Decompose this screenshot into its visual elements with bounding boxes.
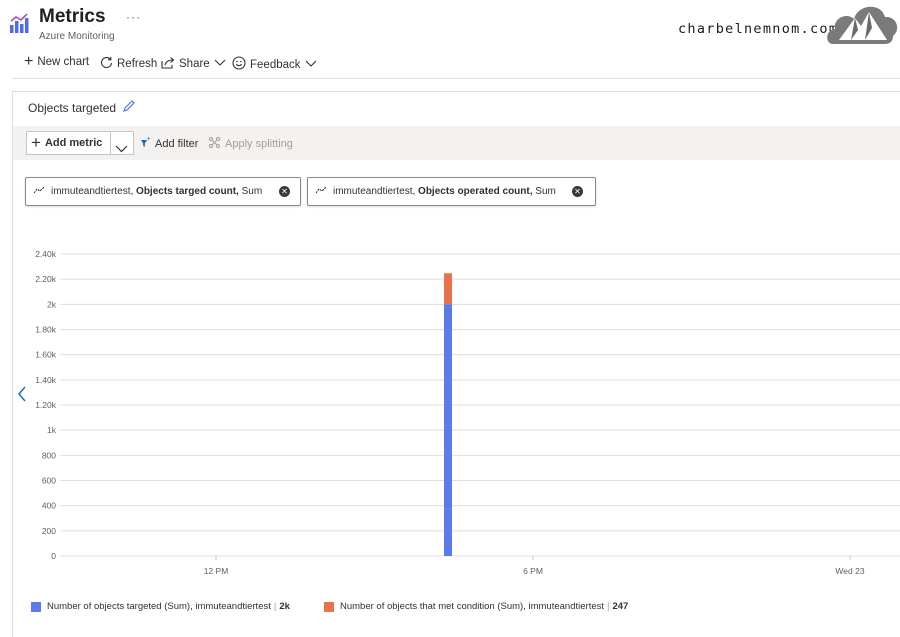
split-divider	[110, 132, 111, 154]
toolbar-divider	[12, 78, 900, 79]
toolbar: + New chart Refresh Share Feedback	[0, 52, 900, 76]
feedback-button[interactable]: Feedback	[232, 56, 317, 73]
line-chart-icon	[315, 186, 328, 197]
y-tick-label: 600	[42, 476, 56, 486]
metric-pill[interactable]: immuteandtiertest, Objects operated coun…	[307, 177, 596, 206]
page-title: Metrics	[39, 6, 106, 27]
y-tick-label: 1.80k	[35, 325, 57, 335]
y-tick-label: 1.60k	[35, 350, 57, 360]
chevron-down-icon	[305, 59, 317, 71]
watermark-text: charbelnemnom.com	[678, 21, 839, 37]
splitting-icon	[208, 136, 221, 152]
y-tick-label: 1k	[47, 425, 57, 435]
y-tick-label: 200	[42, 526, 56, 536]
y-tick-label: 2.20k	[35, 274, 57, 284]
x-tick-label: 12 PM	[204, 566, 229, 576]
share-button[interactable]: Share	[161, 56, 226, 72]
cloud-mountain-logo	[827, 0, 900, 48]
apply-splitting-button: Apply splitting	[208, 136, 293, 152]
more-options-button[interactable]: ···	[126, 10, 141, 24]
y-tick-label: 1.20k	[35, 400, 57, 410]
refresh-icon	[100, 56, 113, 72]
y-tick-label: 800	[42, 450, 56, 460]
bar-segment-objects-met-condition[interactable]	[444, 273, 452, 305]
new-chart-button[interactable]: + New chart	[24, 53, 89, 70]
x-tick-label: Wed 23	[835, 566, 864, 576]
page-subtitle: Azure Monitoring	[39, 31, 115, 42]
legend-swatch	[31, 601, 41, 612]
line-chart-icon	[33, 186, 46, 197]
svg-text:+: +	[147, 136, 151, 143]
add-metric-button[interactable]: + Add metric	[26, 131, 134, 155]
filter-icon: +	[138, 136, 151, 152]
add-filter-button[interactable]: + Add filter	[138, 136, 198, 152]
bar-segment-objects-targeted[interactable]	[444, 304, 452, 556]
chevron-down-icon[interactable]	[115, 140, 128, 158]
share-icon	[161, 56, 175, 72]
y-tick-label: 2.40k	[35, 249, 57, 259]
metrics-chart: 0 200 400 600 800 1k 1.20k 1.40k 1.60k 1.80k 2k 2.2…	[35, 249, 900, 576]
chevron-down-icon	[214, 58, 226, 70]
y-tick-label: 400	[42, 501, 56, 511]
legend-item[interactable]: Number of objects that met condition (Su…	[324, 601, 628, 612]
y-tick-label: 0	[51, 551, 56, 561]
legend-swatch	[324, 601, 334, 612]
remove-metric-icon[interactable]: ✕	[279, 186, 290, 197]
refresh-button[interactable]: Refresh	[100, 56, 157, 72]
y-tick-label: 1.40k	[35, 375, 57, 385]
smiley-icon	[232, 56, 246, 73]
remove-metric-icon[interactable]: ✕	[572, 186, 583, 197]
y-tick-label: 2k	[47, 299, 57, 309]
plus-icon: +	[24, 53, 34, 70]
chart-title[interactable]: Objects targeted	[28, 99, 136, 116]
x-tick-label: 6 PM	[523, 566, 543, 576]
metrics-icon	[9, 12, 31, 34]
legend-item[interactable]: Number of objects targeted (Sum), immute…	[31, 601, 290, 612]
plus-icon: +	[31, 133, 41, 152]
metric-pill[interactable]: immuteandtiertest, Objects targed count,…	[25, 177, 301, 206]
edit-pencil-icon[interactable]	[122, 99, 136, 116]
